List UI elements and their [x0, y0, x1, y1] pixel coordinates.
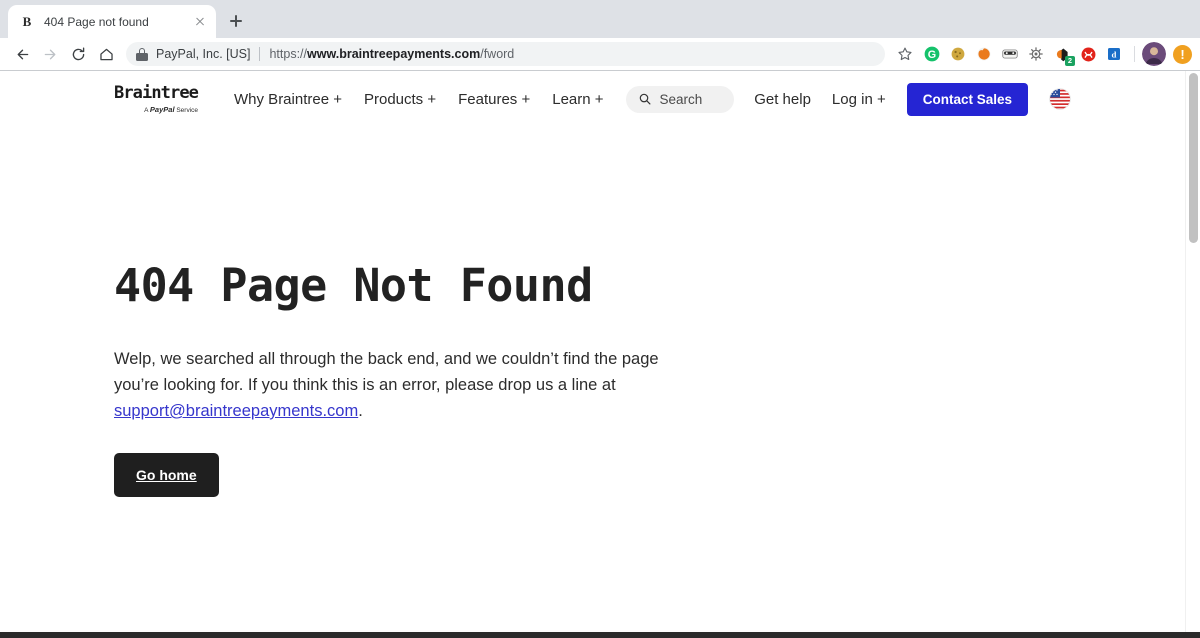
tagline-brand: PayPal [149, 104, 175, 114]
logo-tagline: A PayPal Service [144, 105, 198, 114]
braintree-logo[interactable]: Braintree A PayPal Service [114, 82, 199, 114]
lock-icon [136, 47, 148, 61]
go-home-button[interactable]: Go home [114, 453, 219, 497]
omnibox-divider [259, 47, 261, 61]
browser-tab[interactable]: B 404 Page not found [8, 5, 216, 38]
contact-sales-button[interactable]: Contact Sales [906, 82, 1028, 116]
address-bar[interactable]: PayPal, Inc. [US] https://www.braintreep… [126, 42, 885, 66]
search-input[interactable]: Search [625, 85, 734, 113]
vertical-scrollbar[interactable] [1185, 71, 1200, 632]
site-header: Braintree A PayPal Service Why Braintree… [0, 71, 1185, 127]
url-path: /fword [480, 47, 515, 61]
back-arrow-icon[interactable] [8, 40, 36, 68]
nav-features[interactable]: Features + [458, 91, 530, 108]
tagline-suffix: Service [174, 106, 199, 114]
adobe-extension-icon[interactable] [1075, 41, 1101, 67]
logo-wordmark: Braintree [114, 82, 199, 103]
main-content: 404 Page Not Found Welp, we searched all… [0, 127, 1185, 497]
search-placeholder: Search [659, 91, 703, 107]
tab-strip: B 404 Page not found [0, 0, 1200, 38]
forward-arrow-icon [36, 40, 64, 68]
error-text-part2: . [358, 402, 363, 420]
browser-window: B 404 Page not found PayPal, Inc. [US] h… [0, 0, 1200, 638]
search-icon [639, 93, 651, 105]
dashlane-extension-icon[interactable]: d [1101, 41, 1127, 67]
url-prefix: https:// [269, 47, 308, 61]
site-identity-label: PayPal, Inc. [US] [156, 47, 251, 61]
grammarly-extension-icon[interactable]: G [919, 41, 945, 67]
honey-extension-icon[interactable]: 2 [1049, 41, 1075, 67]
close-icon[interactable] [192, 14, 208, 30]
toolbar-divider [1134, 46, 1135, 62]
svg-text:d: d [1112, 50, 1117, 60]
gear-extension-icon[interactable] [1023, 41, 1049, 67]
error-description: Welp, we searched all through the back e… [114, 346, 694, 424]
main-nav: Why Braintree + Products + Features + Le… [234, 91, 604, 108]
us-flag-icon[interactable] [1049, 88, 1071, 110]
profile-avatar[interactable] [1142, 42, 1166, 66]
orange-swirl-extension-icon[interactable] [971, 41, 997, 67]
braintree-404-page: Braintree A PayPal Service Why Braintree… [0, 71, 1185, 632]
window-bottom-bar [0, 632, 1200, 638]
profile-alert-icon[interactable]: ! [1173, 44, 1192, 64]
support-email-link[interactable]: support@braintreepayments.com [114, 402, 358, 420]
error-text-part1: Welp, we searched all through the back e… [114, 350, 659, 394]
tab-title: 404 Page not found [44, 14, 149, 29]
nav-learn[interactable]: Learn + [552, 91, 603, 108]
nav-log-in[interactable]: Log in + [832, 91, 886, 108]
browser-toolbar: PayPal, Inc. [US] https://www.braintreep… [0, 38, 1200, 70]
reload-icon[interactable] [64, 40, 92, 68]
scrollbar-thumb[interactable] [1189, 73, 1198, 243]
svg-text:G: G [928, 49, 936, 61]
url-text: https://www.braintreepayments.com/fword [269, 47, 514, 61]
header-right-nav: Get help Log in + Contact Sales [754, 82, 1185, 116]
star-icon[interactable] [891, 40, 919, 68]
page-title: 404 Page Not Found [114, 259, 593, 312]
extensions-row: G 2 d [919, 41, 1127, 67]
url-domain: www.braintreepayments.com [307, 47, 481, 61]
nav-products[interactable]: Products + [364, 91, 436, 108]
home-icon[interactable] [92, 40, 120, 68]
braintree-b-favicon: B [22, 13, 32, 29]
nav-get-help[interactable]: Get help [754, 91, 811, 108]
bitwarden-extension-icon[interactable] [997, 41, 1023, 67]
nav-why-braintree[interactable]: Why Braintree + [234, 91, 342, 108]
plus-icon[interactable] [222, 7, 250, 35]
cookie-extension-icon[interactable] [945, 41, 971, 67]
extension-badge-count: 2 [1065, 56, 1075, 66]
alert-glyph: ! [1180, 46, 1185, 62]
page-viewport: Braintree A PayPal Service Why Braintree… [0, 70, 1200, 632]
